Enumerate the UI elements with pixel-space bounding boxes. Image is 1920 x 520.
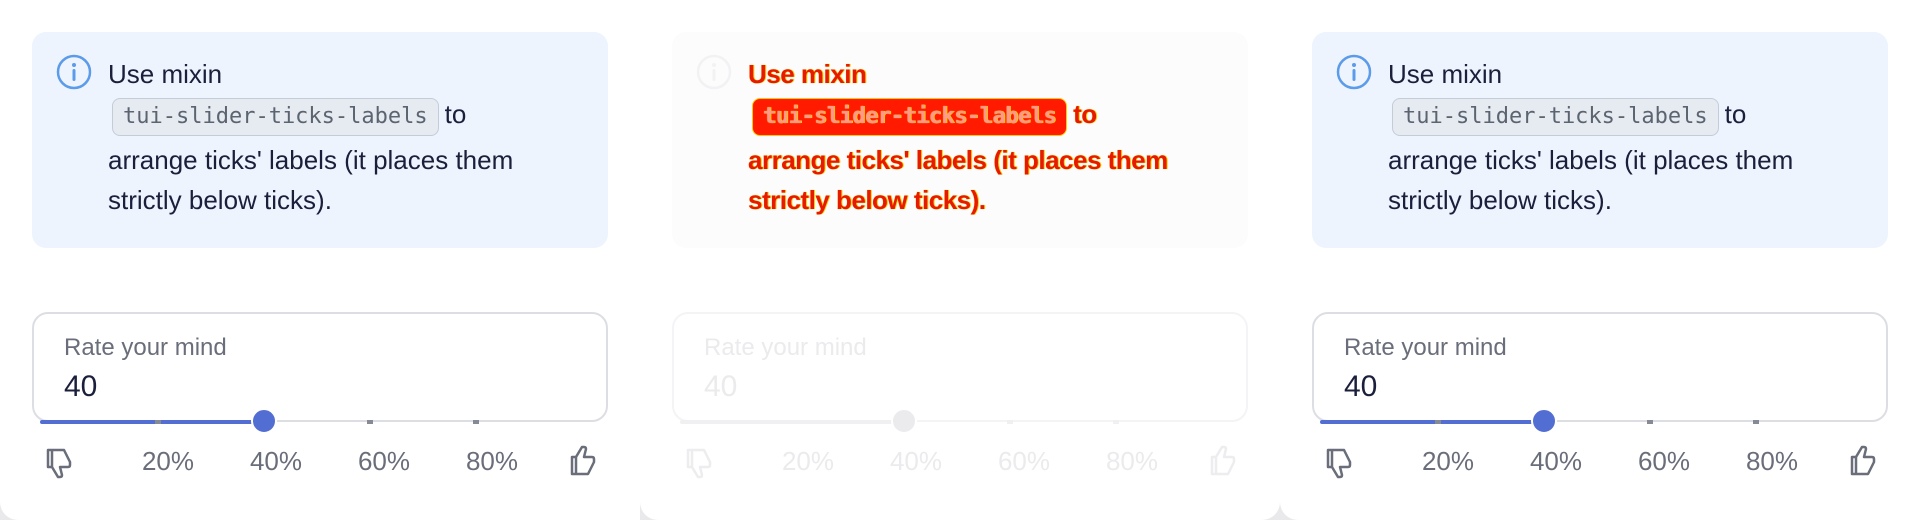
thumbs-down-icon[interactable]	[680, 444, 716, 480]
notice-line-4: strictly below ticks).	[1388, 185, 1612, 215]
notice-suffix: to	[444, 99, 467, 129]
info-notification: Use mixin tui-slider-ticks-labels to arra…	[672, 32, 1248, 248]
rating-slider[interactable]	[40, 408, 610, 434]
field-value[interactable]: 40	[64, 370, 97, 404]
slider-tick	[155, 420, 161, 424]
info-circle-icon	[1336, 54, 1372, 90]
notice-line-3: arrange ticks' labels (it places them	[108, 145, 514, 175]
slider-fill	[40, 420, 264, 424]
thumbs-up-icon[interactable]	[564, 444, 600, 480]
slider-tick	[795, 420, 801, 424]
ticks-labels: 20% 40% 60% 80%	[32, 440, 608, 488]
tick-label: 80%	[1105, 446, 1159, 476]
info-notification: Use mixin tui-slider-ticks-labels to arra…	[1312, 32, 1888, 248]
mixin-code: tui-slider-ticks-labels	[1392, 98, 1719, 136]
rating-slider[interactable]	[1320, 408, 1890, 434]
slider-tick	[1753, 420, 1759, 424]
slider-thumb[interactable]	[251, 408, 277, 434]
tick-label: 20%	[141, 446, 195, 476]
info-circle-icon	[696, 54, 732, 90]
thumbs-up-icon[interactable]	[1204, 444, 1240, 480]
tick-label: 40%	[889, 446, 943, 476]
thumbs-down-icon[interactable]	[1320, 444, 1356, 480]
slider-fill	[1320, 420, 1544, 424]
tick-label: 60%	[997, 446, 1051, 476]
notice-suffix: to	[1724, 99, 1747, 129]
ticks-labels: 20% 40% 60% 80%	[672, 440, 1248, 488]
notice-prefix: Use mixin	[108, 59, 223, 89]
rating-slider[interactable]	[680, 408, 1250, 434]
slider-tick	[367, 420, 373, 424]
panel-light-2: Use mixin tui-slider-ticks-labels to arra…	[1280, 0, 1920, 520]
field-label: Rate your mind	[64, 334, 227, 361]
notice-line-4: strictly below ticks).	[108, 185, 332, 215]
notice-line-3: arrange ticks' labels (it places them	[1388, 145, 1794, 175]
field-value[interactable]: 40	[1344, 370, 1377, 404]
info-notification: Use mixin tui-slider-ticks-labels to arra…	[32, 32, 608, 248]
tick-label: 20%	[1421, 446, 1475, 476]
thumbs-up-icon[interactable]	[1844, 444, 1880, 480]
rating-field[interactable]: Rate your mind 40	[1312, 312, 1888, 422]
mixin-code: tui-slider-ticks-labels	[752, 98, 1068, 136]
slider-tick	[1007, 420, 1013, 424]
tick-label: 80%	[465, 446, 519, 476]
tick-label: 80%	[1745, 446, 1799, 476]
slider-thumb[interactable]	[1531, 408, 1557, 434]
notice-prefix: Use mixin	[748, 59, 867, 89]
tick-label: 20%	[781, 446, 835, 476]
mixin-code: tui-slider-ticks-labels	[112, 98, 439, 136]
notice-line-4: strictly below ticks).	[748, 185, 986, 215]
field-label: Rate your mind	[704, 334, 867, 361]
panel-light: Use mixin tui-slider-ticks-labels to arra…	[0, 0, 640, 520]
field-label: Rate your mind	[1344, 334, 1507, 361]
tick-label: 40%	[249, 446, 303, 476]
ticks-labels: 20% 40% 60% 80%	[1312, 440, 1888, 488]
notice-suffix: to	[1073, 99, 1097, 129]
slider-fill	[680, 420, 904, 424]
field-value[interactable]: 40	[704, 370, 737, 404]
slider-tick	[1113, 420, 1119, 424]
tick-label: 60%	[1637, 446, 1691, 476]
tick-label: 60%	[357, 446, 411, 476]
thumbs-down-icon[interactable]	[40, 444, 76, 480]
panel-faded: Use mixin tui-slider-ticks-labels to arra…	[640, 0, 1280, 520]
slider-thumb[interactable]	[891, 408, 917, 434]
slider-tick	[1647, 420, 1653, 424]
info-circle-icon	[56, 54, 92, 90]
rating-field[interactable]: Rate your mind 40	[672, 312, 1248, 422]
notice-prefix: Use mixin	[1388, 59, 1503, 89]
rating-field[interactable]: Rate your mind 40	[32, 312, 608, 422]
notice-line-3: arrange ticks' labels (it places them	[748, 145, 1168, 175]
slider-tick	[1435, 420, 1441, 424]
slider-tick	[473, 420, 479, 424]
tick-label: 40%	[1529, 446, 1583, 476]
